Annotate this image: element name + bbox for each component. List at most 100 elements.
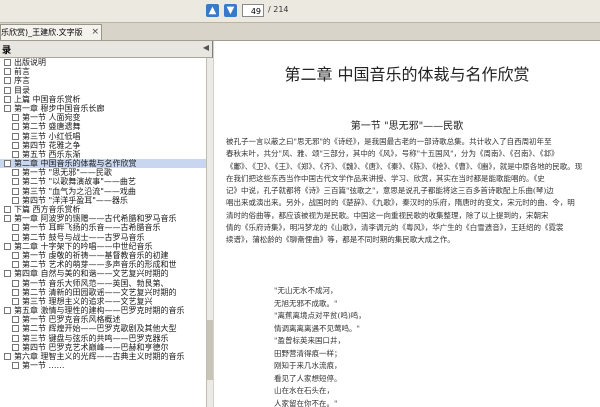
toc-item-label: 序言 xyxy=(14,76,30,86)
toc-item[interactable]: 第三节 "血气为之沿流"——戏曲 xyxy=(0,187,206,196)
scrollbar-thumb[interactable] xyxy=(207,320,213,380)
toc-item-label: 第五章 激情与理性的建构——巴罗克时期的音乐 xyxy=(14,306,185,316)
toc-item[interactable]: 第二节 辉煌开始——巴罗克歌剧及其他大型 xyxy=(0,324,206,333)
bookmarks-panel: 录 ◀ 出版说明 前言 序言 目录 上篇 中国音乐赏析 第一章 穆步中国音乐长廊 第一节 人… xyxy=(0,41,213,407)
next-page-button[interactable]: ▼ xyxy=(224,4,237,17)
toc-expand-icon[interactable] xyxy=(12,279,19,287)
verse-line: 刚知于来几水流痕， xyxy=(274,361,342,370)
toc-item-label: 第二章 十字架下的吟唱——中世纪音乐 xyxy=(14,241,153,251)
toc-expand-icon[interactable] xyxy=(12,187,19,195)
toc-expand-icon[interactable] xyxy=(12,169,19,177)
bookmarks-scrollbar[interactable] xyxy=(206,58,213,407)
toc-expand-icon[interactable] xyxy=(12,123,19,131)
section-title: 第一节 "思无邪"——民歌 xyxy=(350,121,464,132)
toc-expand-icon[interactable] xyxy=(12,141,19,149)
toc-expand-icon[interactable] xyxy=(4,307,11,315)
toc-expand-icon[interactable] xyxy=(4,242,11,250)
paragraph-line: 记》中说，孔子就都将《诗》三百篇"弦歌之"，意思是说孔子都能将这三百多首诗歌配上… xyxy=(226,186,554,196)
verse-line: 情调离离离遇不见莺鸣。" xyxy=(274,323,360,333)
verse-line: 无旭无邪不成歌。" xyxy=(274,298,338,308)
toc-expand-icon[interactable] xyxy=(12,132,19,140)
toc-expand-icon[interactable] xyxy=(12,224,19,232)
toc-item[interactable]: 前言 xyxy=(0,67,206,76)
toc-expand-icon[interactable] xyxy=(4,95,11,103)
table-of-contents: 出版说明 前言 序言 目录 上篇 中国音乐赏析 第一章 穆步中国音乐长廊 第一节 人面宛变第… xyxy=(0,58,206,407)
document-tab-bar: 乐欣赏)_王建欣.文字版 × xyxy=(0,23,600,41)
toc-item[interactable]: 第一章 穆步中国音乐长廊 xyxy=(0,104,206,113)
paragraph-line: 在我们把这些东西当作中国古代文学作品来讲授、学习、欣赏，其实在当时都是能歌能唱的… xyxy=(226,173,545,183)
toc-expand-icon[interactable] xyxy=(12,251,19,259)
toc-item[interactable]: 第三节 小红低唱 xyxy=(0,132,206,141)
toc-expand-icon[interactable] xyxy=(4,77,11,85)
toc-expand-icon[interactable] xyxy=(12,362,19,370)
toc-item[interactable]: 第一节 虔敬的祈祷——基督教音乐的初建 xyxy=(0,251,206,260)
toc-item[interactable]: 上篇 中国音乐赏析 xyxy=(0,95,206,104)
previous-page-button[interactable]: ▲ xyxy=(206,4,219,17)
toc-item[interactable]: 第四节 巴罗克艺术巅峰——巴赫和亨德尔 xyxy=(0,343,206,352)
toc-item[interactable]: 第三节 键盘与弦乐的共鸣——巴罗克器乐 xyxy=(0,334,206,343)
toc-item[interactable]: 第三节 理想主义的追求——文艺复兴 xyxy=(0,297,206,306)
toc-item[interactable]: 第二节 艺术的萌芽——多声音乐的形成和世 xyxy=(0,260,206,269)
toc-item[interactable]: 第一章 阿波罗的馈赠——古代希腊和罗马音乐 xyxy=(0,214,206,223)
toc-item[interactable]: 第一节 人面宛变 xyxy=(0,113,206,122)
toc-expand-icon[interactable] xyxy=(4,206,11,213)
toc-item[interactable]: 序言 xyxy=(0,76,206,85)
toc-item[interactable]: 第六章 理智主义的光辉——古典主义时期的音乐 xyxy=(0,352,206,361)
document-tab-label: 乐欣赏)_王建欣.文字版 xyxy=(1,28,83,37)
toc-item[interactable]: 第二节 鼓号与战士——古罗马音乐 xyxy=(0,233,206,242)
toc-item[interactable]: 第二章 中国音乐的体裁与名作欣赏 xyxy=(0,159,206,169)
toc-item-label: 第四节 花雅之争 xyxy=(22,140,81,150)
document-tab[interactable]: 乐欣赏)_王建欣.文字版 × xyxy=(0,24,102,40)
toc-item[interactable]: 出版说明 xyxy=(0,58,206,67)
toc-expand-icon[interactable] xyxy=(4,59,11,66)
toc-item[interactable]: 第二章 十字架下的吟唱——中世纪音乐 xyxy=(0,242,206,251)
toc-expand-icon[interactable] xyxy=(12,178,19,186)
toc-item[interactable]: 第一节 …… xyxy=(0,361,206,370)
toc-item[interactable]: 第二节 盛唐遗舞 xyxy=(0,122,206,131)
toc-expand-icon[interactable] xyxy=(12,288,19,296)
toc-expand-icon[interactable] xyxy=(12,297,19,305)
toc-expand-icon[interactable] xyxy=(12,150,19,158)
toc-expand-icon[interactable] xyxy=(12,325,19,333)
toc-expand-icon[interactable] xyxy=(4,160,11,168)
toc-item[interactable]: 第五节 西乐东渐 xyxy=(0,150,206,159)
toc-expand-icon[interactable] xyxy=(12,114,19,122)
page-number-input[interactable]: 49 xyxy=(242,4,264,17)
toc-expand-icon[interactable] xyxy=(12,334,19,342)
toc-item[interactable]: 第二节 "以歌舞演故事"——曲艺 xyxy=(0,177,206,186)
toc-item-label: 第二节 辉煌开始——巴罗克歌剧及其他大型 xyxy=(22,324,177,334)
toc-expand-icon[interactable] xyxy=(12,343,19,351)
close-tab-icon[interactable]: × xyxy=(91,25,99,40)
collapse-panel-icon[interactable]: ◀ xyxy=(203,43,209,52)
toc-expand-icon[interactable] xyxy=(4,68,11,76)
toc-expand-icon[interactable] xyxy=(12,233,19,241)
page-total-label: / 214 xyxy=(268,5,289,14)
toc-item-label: 第二节 盛唐遗舞 xyxy=(22,122,81,132)
toc-expand-icon[interactable] xyxy=(12,261,19,269)
toc-item-label: 第四节 巴罗克艺术巅峰——巴赫和亨德尔 xyxy=(22,342,169,352)
verse-line: 山在水在石头在， xyxy=(274,386,334,395)
folk-song-verse: "无山无水不成河， 无旭无邪不成歌。" "离蕉离境点对平贫(鸣)鸣， 情调离离离遇不见… xyxy=(274,285,574,407)
toc-item[interactable]: 第一节 音乐大师风范——英国、勃艮第、 xyxy=(0,279,206,288)
navigation-toolbar: ▲ ▼ 49 / 214 xyxy=(0,0,600,23)
toc-expand-icon[interactable] xyxy=(4,86,11,94)
paragraph-line: 倩的《乐府诗集》，明冯梦龙的《山歌》，清李调元的《粤风》，华广生的《白雪遗音》，… xyxy=(226,223,564,233)
toc-expand-icon[interactable] xyxy=(12,316,19,324)
toc-item[interactable]: 第二节 清新的田园歌谣——文艺复兴时期的 xyxy=(0,288,206,297)
toc-item[interactable]: 第一节 耳畔飞扬的乐音——古希腊音乐 xyxy=(0,223,206,232)
toc-item[interactable]: 目录 xyxy=(0,86,206,95)
toc-expand-icon[interactable] xyxy=(4,270,11,278)
toc-item[interactable]: 下篇 西方音乐赏析 xyxy=(0,205,206,214)
toc-item[interactable]: 第四节 花雅之争 xyxy=(0,141,206,150)
toc-expand-icon[interactable] xyxy=(4,104,11,112)
toc-item-label: 第二节 "以歌舞演故事"——曲艺 xyxy=(22,177,136,187)
toc-item[interactable]: 第四章 自然与美的和谐——文艺复兴时期的 xyxy=(0,269,206,278)
toc-item[interactable]: 第四节 "洋洋乎盈耳"——器乐 xyxy=(0,196,206,205)
paragraph-line: 《鄘》、《卫》、《王》、《郑》、《齐》、《魏》、《唐》、《秦》、《陈》、《桧》、… xyxy=(226,161,583,171)
toc-expand-icon[interactable] xyxy=(12,196,19,204)
toc-item[interactable]: 第五章 激情与理性的建构——巴罗克时期的音乐 xyxy=(0,306,206,315)
verse-line: "盈曾标英来国口井， xyxy=(274,336,345,345)
toc-expand-icon[interactable] xyxy=(4,353,11,360)
toc-expand-icon[interactable] xyxy=(4,215,11,223)
paragraph-line: 清时的俗曲等，都应该被视为是民歌。中国这一向重视民歌的收集整理，除了以上提到的，… xyxy=(226,210,549,220)
